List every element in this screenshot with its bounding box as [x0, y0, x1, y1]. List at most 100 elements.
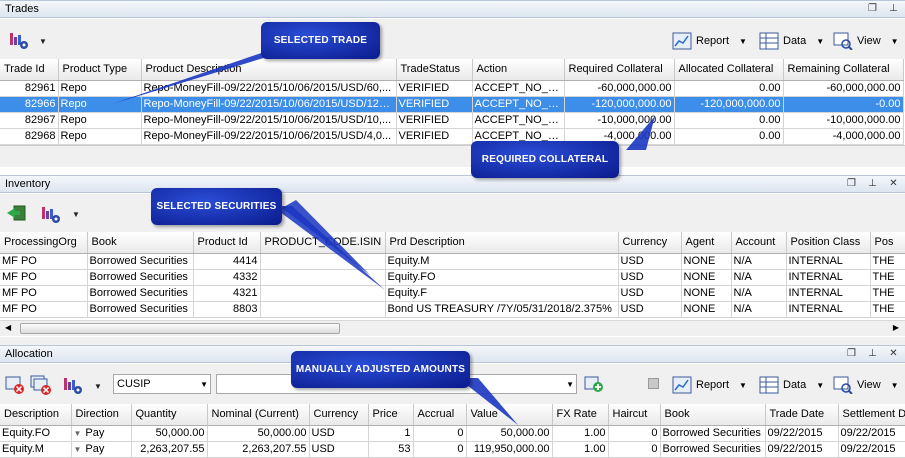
- column-header[interactable]: Pos: [870, 232, 905, 254]
- scrollbar-thumb[interactable]: [20, 323, 340, 334]
- column-header[interactable]: Position Class: [786, 232, 871, 254]
- column-header[interactable]: Prd Description: [385, 232, 619, 254]
- table-row[interactable]: Equity.M ▼ Pay 2,263,207.55 2,263,207.55 USD 5…: [0, 441, 905, 458]
- table-cell: THE: [870, 269, 905, 286]
- column-header[interactable]: ProcessingOrg: [0, 232, 88, 254]
- table-row[interactable]: 82961 Repo Repo-MoneyFill-09/22/2015/10/06…: [0, 80, 904, 97]
- column-header[interactable]: Currency: [309, 404, 369, 426]
- trades-toolbar: ▼ Report ▼ Data ▼ View ▼: [0, 19, 905, 59]
- column-header[interactable]: Remaining Collateral: [783, 59, 904, 81]
- remove-row-icon[interactable]: [4, 374, 26, 396]
- view-button[interactable]: View ▼: [833, 374, 899, 396]
- chevron-down-icon[interactable]: ▼: [74, 429, 82, 438]
- column-header[interactable]: Book: [660, 404, 766, 426]
- callout-selected-securities: SELECTED SECURITIES: [151, 188, 282, 225]
- column-header[interactable]: Quantity: [131, 404, 208, 426]
- chart-gear-icon[interactable]: [40, 203, 62, 225]
- table-row[interactable]: MF PO Borrowed Securities 8803 Bond US TREA…: [0, 301, 905, 318]
- table-row[interactable]: 82967 Repo Repo-MoneyFill-09/22/2015/10/06…: [0, 112, 904, 129]
- column-header[interactable]: Trade Id: [0, 59, 59, 81]
- table-cell: Repo: [58, 80, 142, 97]
- column-header[interactable]: Agent: [681, 232, 732, 254]
- data-label: Data: [783, 379, 807, 391]
- pin-icon[interactable]: ⊥: [867, 177, 878, 191]
- chart-gear-icon[interactable]: [8, 29, 30, 51]
- pin-icon[interactable]: ⊥: [867, 347, 878, 361]
- column-header[interactable]: Direction: [71, 404, 132, 426]
- column-header[interactable]: Trade Date: [765, 404, 839, 426]
- identifier-select[interactable]: CUSIP ▼: [113, 374, 211, 394]
- chevron-down-icon[interactable]: ▼: [39, 37, 47, 46]
- data-button[interactable]: Data ▼: [759, 30, 824, 52]
- chevron-down-icon[interactable]: ▼: [74, 445, 82, 454]
- column-header[interactable]: Account: [731, 232, 787, 254]
- table-cell: 09/22/2015: [765, 441, 839, 458]
- scroll-right-icon[interactable]: ▶: [893, 323, 899, 332]
- table-cell: 4332: [193, 269, 261, 286]
- report-button[interactable]: Report ▼: [672, 374, 747, 396]
- table-row[interactable]: Equity.FO ▼ Pay 50,000.00 50,000.00 USD 1 0 50,0…: [0, 425, 905, 442]
- table-cell: 09/22/2015: [765, 425, 839, 442]
- table-cell: Repo: [58, 112, 142, 129]
- table-cell: USD: [618, 301, 682, 318]
- table-cell: Repo-MoneyFill-09/22/2015/10/06/2015/USD…: [141, 96, 397, 113]
- column-header[interactable]: Description: [0, 404, 72, 426]
- table-cell: NONE: [681, 269, 732, 286]
- table-cell: ▼ Pay: [71, 425, 132, 442]
- table-cell: MF PO: [0, 301, 88, 318]
- trades-panel-title: Trades ❐ ⊥: [0, 0, 905, 18]
- restore-icon[interactable]: ❐: [867, 2, 878, 16]
- table-row[interactable]: 82966 Repo Repo-MoneyFill-09/22/2015/10/06…: [0, 96, 904, 113]
- column-header[interactable]: Product Type: [58, 59, 142, 81]
- table-row[interactable]: MF PO Borrowed Securities 4332 Equity.FO USD…: [0, 269, 905, 286]
- close-icon[interactable]: ✕: [888, 347, 899, 361]
- column-header[interactable]: Currency: [618, 232, 682, 254]
- table-cell: 1.00: [552, 441, 609, 458]
- column-header[interactable]: Product Id: [193, 232, 261, 254]
- column-header[interactable]: FX Rate: [552, 404, 609, 426]
- chevron-down-icon: ▼: [816, 36, 825, 46]
- column-header[interactable]: Book: [87, 232, 194, 254]
- remove-all-icon[interactable]: [30, 374, 52, 396]
- add-icon[interactable]: [583, 373, 605, 395]
- table-cell: Bond US TREASURY /7Y/05/31/2018/2.375%: [385, 301, 619, 318]
- column-header[interactable]: Allocated Collateral: [674, 59, 784, 81]
- column-header[interactable]: Required Collateral: [564, 59, 675, 81]
- table-cell: -120,000,000.00: [564, 96, 675, 113]
- table-cell: ACCEPT_NO_SDI: [472, 112, 565, 129]
- restore-icon[interactable]: ❐: [846, 347, 857, 361]
- column-header[interactable]: Nominal (Current): [207, 404, 310, 426]
- table-cell: 8803: [193, 301, 261, 318]
- cell-value: Pay: [85, 443, 105, 455]
- table-row[interactable]: MF PO Borrowed Securities 4414 Equity.M USD N…: [0, 253, 905, 270]
- table-cell: Borrowed Securities: [87, 269, 194, 286]
- view-button[interactable]: View ▼: [833, 30, 899, 52]
- pin-icon[interactable]: ⊥: [888, 2, 899, 16]
- chevron-down-icon[interactable]: ▼: [94, 382, 102, 391]
- column-header[interactable]: Haircut: [608, 404, 661, 426]
- chevron-down-icon[interactable]: ▼: [72, 210, 80, 219]
- table-cell: 2,263,207.55: [131, 441, 208, 458]
- close-icon[interactable]: ✕: [888, 177, 899, 191]
- column-header[interactable]: Settlement D: [838, 404, 905, 426]
- move-right-icon[interactable]: [6, 203, 28, 225]
- table-cell: VERIFIED: [396, 80, 473, 97]
- column-header[interactable]: Price: [368, 404, 414, 426]
- column-header[interactable]: Action: [472, 59, 565, 81]
- restore-icon[interactable]: ❐: [846, 177, 857, 191]
- column-header[interactable]: Accrual: [413, 404, 467, 426]
- column-header[interactable]: PRODUCT_CODE.ISIN: [260, 232, 386, 254]
- inventory-horizontal-scrollbar[interactable]: ◀ ▶: [0, 320, 905, 336]
- chart-gear-icon[interactable]: [62, 374, 84, 396]
- table-cell: -0.00: [783, 96, 904, 113]
- data-button[interactable]: Data ▼: [759, 374, 824, 396]
- scroll-left-icon[interactable]: ◀: [5, 323, 11, 332]
- table-row[interactable]: 82968 Repo Repo-MoneyFill-09/22/2015/10/06…: [0, 128, 904, 145]
- stop-icon[interactable]: [648, 378, 659, 389]
- column-header[interactable]: Value: [466, 404, 553, 426]
- table-row[interactable]: MF PO Borrowed Securities 4321 Equity.F USD N…: [0, 285, 905, 302]
- report-label: Report: [696, 35, 730, 47]
- report-button[interactable]: Report ▼: [672, 30, 747, 52]
- column-header[interactable]: TradeStatus: [396, 59, 473, 81]
- column-header[interactable]: Product Description: [141, 59, 397, 81]
